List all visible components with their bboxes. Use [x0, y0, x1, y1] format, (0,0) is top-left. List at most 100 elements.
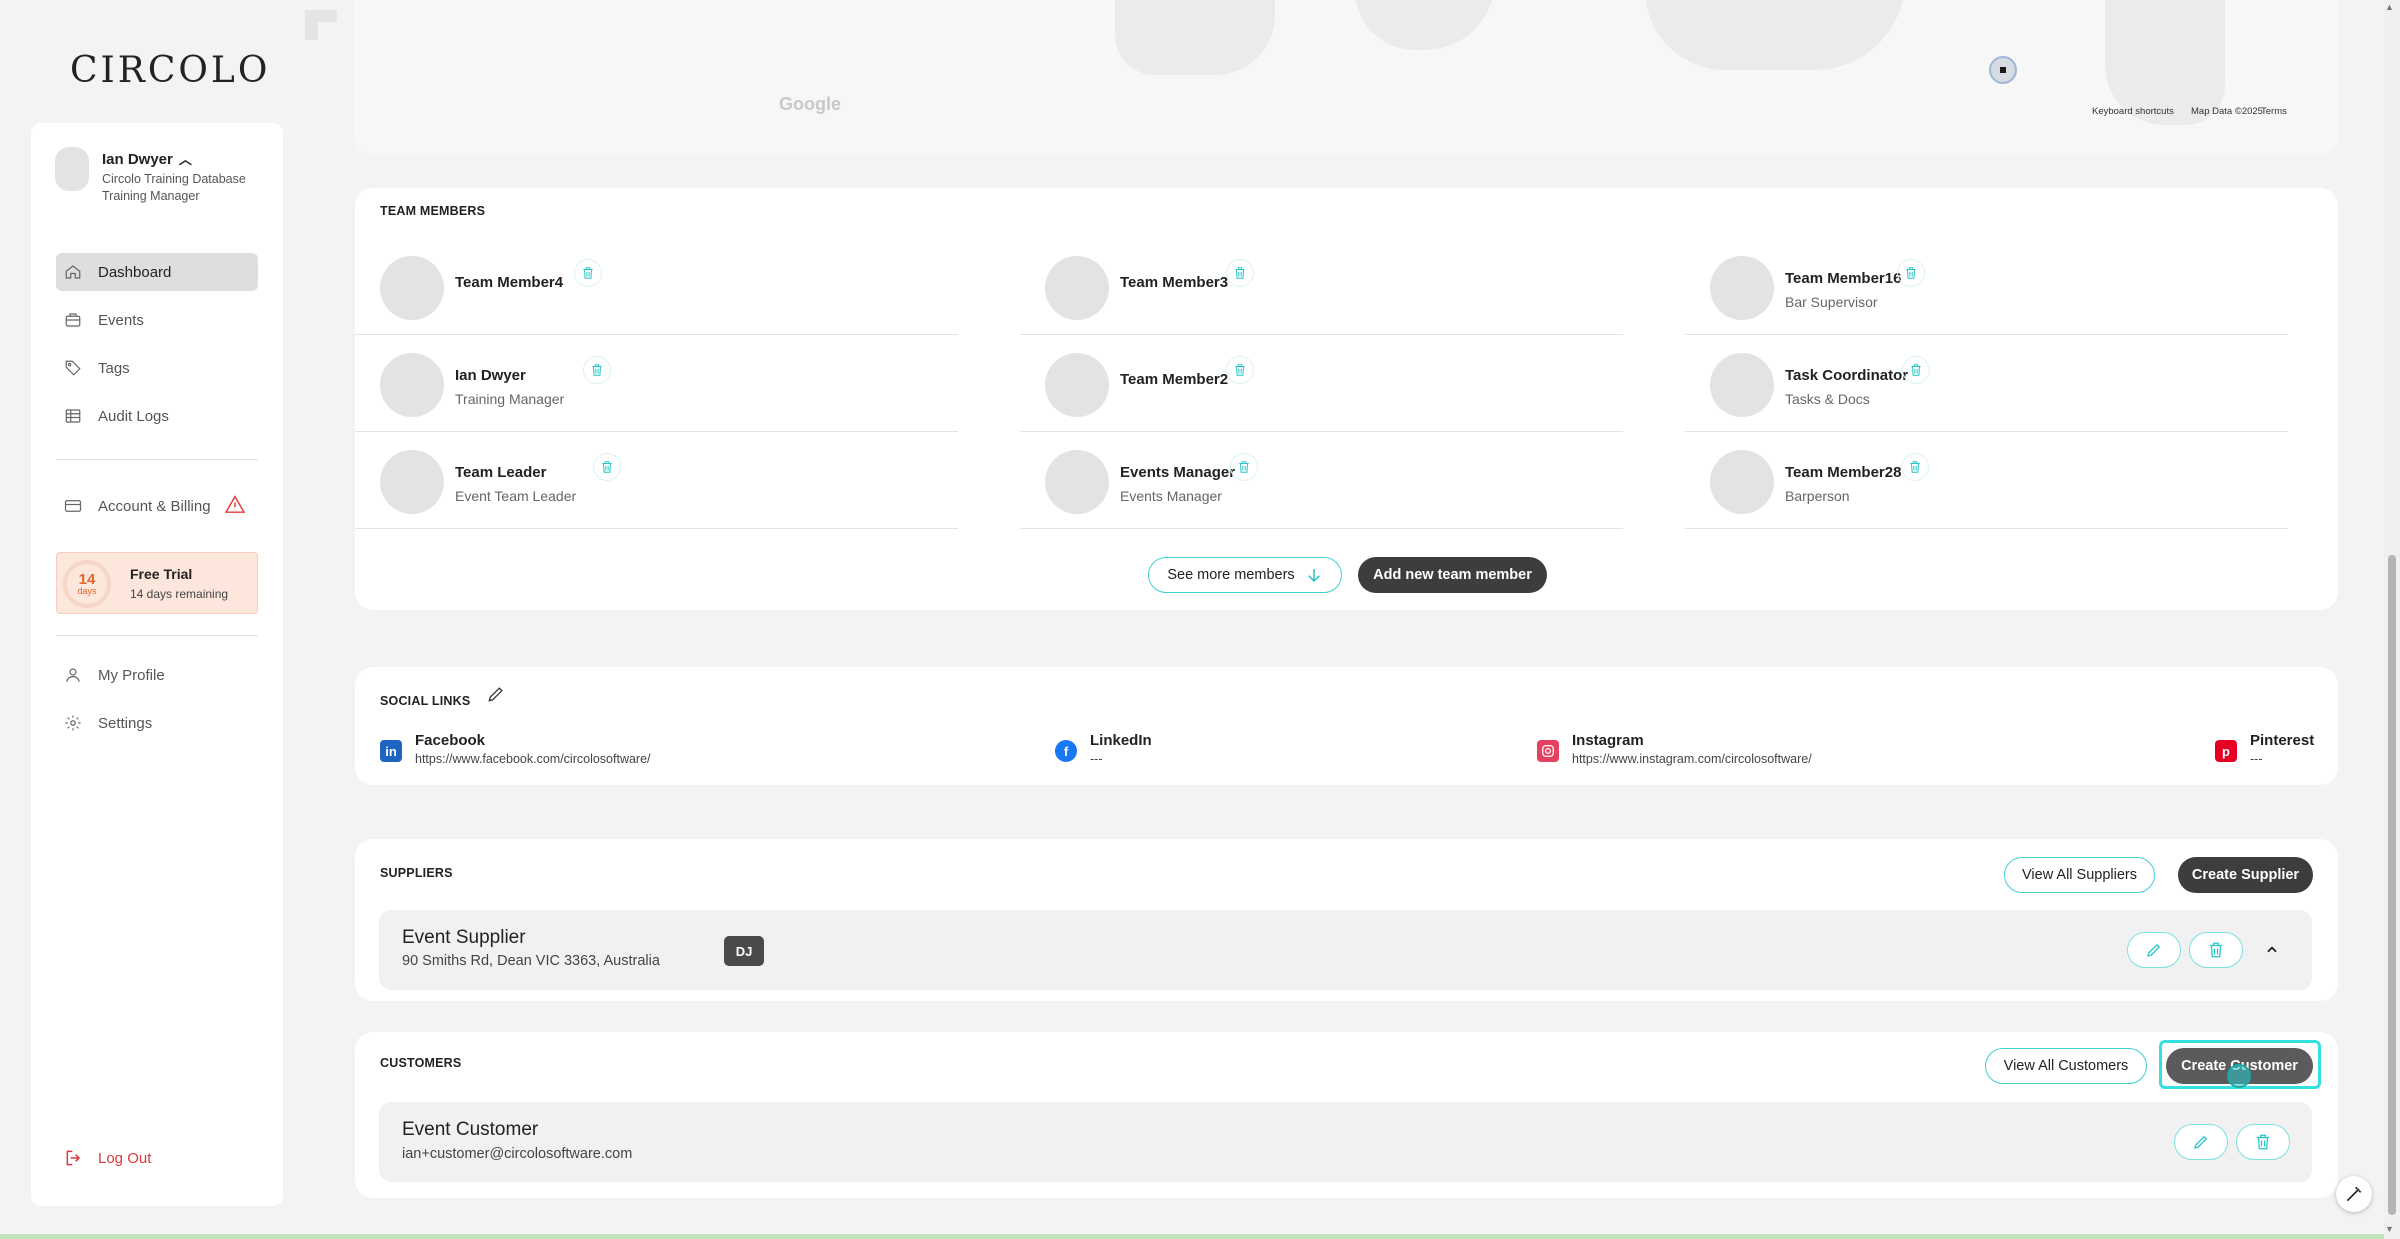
team-member[interactable]: Team Member3 — [1020, 238, 1623, 335]
trial-days-badge: 14 days — [63, 560, 111, 608]
facebook-icon: f — [1055, 740, 1077, 762]
map[interactable]: Google Keyboard shortcuts Map Data ©2025… — [355, 0, 2338, 155]
delete-member-button[interactable] — [583, 356, 611, 384]
trash-icon — [1906, 267, 1916, 279]
logout-icon — [66, 1150, 81, 1166]
team-member[interactable]: Team Member2 — [1020, 335, 1623, 432]
delete-supplier-button[interactable] — [2189, 932, 2243, 968]
map-landmass — [1645, 0, 1905, 70]
team-member[interactable]: Task Coordinator Tasks & Docs — [1685, 335, 2288, 432]
delete-member-button[interactable] — [1901, 453, 1929, 481]
view-all-customers-button[interactable]: View All Customers — [1985, 1048, 2147, 1084]
sidebar-item-tags[interactable]: Tags — [56, 349, 258, 387]
team-member[interactable]: Team Member28 Barperson — [1685, 432, 2288, 529]
collapse-sidebar-icon[interactable] — [305, 10, 337, 40]
member-name: Ian Dwyer — [455, 367, 526, 384]
see-more-members-button[interactable]: See more members — [1148, 557, 1342, 593]
avatar — [1710, 256, 1774, 320]
credit-card-icon — [64, 497, 82, 515]
circolo-logo[interactable]: CIRCOLO — [70, 50, 270, 91]
instagram-icon — [1537, 740, 1559, 762]
logout-button[interactable]: Log Out — [56, 1148, 151, 1168]
button-label: See more members — [1167, 567, 1295, 583]
trash-icon — [1910, 461, 1920, 473]
avatar — [1710, 353, 1774, 417]
supplier-name: Event Supplier — [402, 927, 526, 948]
briefcase-icon — [64, 311, 82, 329]
member-name: Team Member3 — [1120, 274, 1229, 291]
delete-member-button[interactable] — [593, 453, 621, 481]
avatar — [55, 147, 89, 191]
user-menu[interactable]: Ian Dwyer ︿ Circolo Training Database Trai… — [55, 147, 265, 211]
create-supplier-button[interactable]: Create Supplier — [2178, 857, 2313, 893]
free-trial-banner[interactable]: 14 days Free Trial 14 days remaining — [56, 552, 258, 614]
avatar — [1045, 256, 1109, 320]
team-member[interactable]: Ian Dwyer Training Manager — [355, 335, 958, 432]
member-name: Team Member28 — [1785, 464, 1902, 481]
customers-card: CUSTOMERS View All Customers Create Cust… — [355, 1032, 2338, 1198]
delete-member-button[interactable] — [1897, 259, 1925, 287]
customer-row[interactable]: Event Customer ian+customer@circolosoftw… — [379, 1102, 2312, 1182]
trash-icon — [1911, 364, 1921, 376]
trash-icon — [583, 267, 593, 279]
customer-email: ian+customer@circolosoftware.com — [402, 1146, 633, 1162]
section-title: CUSTOMERS — [380, 1056, 462, 1070]
sidebar-item-my-profile[interactable]: My Profile — [56, 656, 258, 694]
member-name: Events Manager — [1120, 464, 1236, 481]
trial-remaining: 14 days remaining — [130, 587, 229, 601]
member-name: Team Leader — [455, 464, 547, 481]
scrollbar-thumb[interactable] — [2388, 555, 2396, 1215]
scroll-down-icon[interactable]: ▼ — [2385, 1224, 2394, 1234]
sidebar-item-settings[interactable]: Settings — [56, 704, 258, 742]
trial-title: Free Trial — [130, 566, 193, 582]
google-logo: Google — [779, 94, 841, 114]
avatar — [380, 450, 444, 514]
avatar — [1045, 353, 1109, 417]
sidebar-item-dashboard[interactable]: Dashboard — [56, 253, 258, 291]
delete-member-button[interactable] — [1226, 259, 1254, 287]
section-title: SOCIAL LINKS — [380, 694, 471, 708]
chevron-up-icon: ︿ — [178, 152, 192, 167]
edit-supplier-button[interactable] — [2127, 932, 2181, 968]
social-url: https://www.instagram.com/circolosoftwar… — [1572, 752, 1812, 766]
collapse-supplier-button[interactable] — [2262, 940, 2282, 960]
cursor-indicator — [2227, 1064, 2251, 1088]
pencil-icon — [2194, 1135, 2208, 1149]
edit-social-links-icon[interactable] — [486, 684, 506, 704]
edit-customer-button[interactable] — [2174, 1124, 2228, 1160]
scroll-up-icon[interactable]: ▲ — [2385, 2, 2394, 12]
sidebar-item-audit-logs[interactable]: Audit Logs — [56, 397, 258, 435]
sidebar-item-events[interactable]: Events — [56, 301, 258, 339]
view-all-suppliers-button[interactable]: View All Suppliers — [2004, 857, 2155, 893]
add-team-member-button[interactable]: Add new team member — [1358, 557, 1547, 593]
map-marker[interactable] — [1989, 56, 2017, 84]
trash-icon — [1235, 267, 1245, 279]
avatar — [1710, 450, 1774, 514]
team-member[interactable]: Events Manager Events Manager — [1020, 432, 1623, 529]
sidebar-item-label: Events — [98, 311, 144, 329]
social-url: --- — [1090, 752, 1103, 766]
warning-icon — [224, 495, 245, 517]
sidebar-item-label: Account & Billing — [98, 497, 211, 515]
member-name: Task Coordinator — [1785, 367, 1909, 384]
keyboard-shortcuts-link[interactable]: Keyboard shortcuts — [2092, 106, 2174, 117]
team-member[interactable]: Team Member16 Bar Supervisor — [1685, 238, 2288, 335]
delete-member-button[interactable] — [574, 259, 602, 287]
delete-member-button[interactable] — [1230, 453, 1258, 481]
customer-name: Event Customer — [402, 1119, 539, 1140]
member-role: Barperson — [1785, 488, 1850, 504]
map-data-label: Map Data ©2025 — [2191, 106, 2263, 117]
sidebar-item-label: Tags — [98, 359, 130, 377]
delete-member-button[interactable] — [1226, 356, 1254, 384]
avatar — [1045, 450, 1109, 514]
team-member[interactable]: Team Member4 — [355, 238, 958, 335]
team-member[interactable]: Team Leader Event Team Leader — [355, 432, 958, 529]
terms-link[interactable]: Terms — [2261, 106, 2287, 117]
supplier-address: 90 Smiths Rd, Dean VIC 3363, Australia — [402, 953, 660, 969]
delete-member-button[interactable] — [1902, 356, 1930, 384]
delete-customer-button[interactable] — [2236, 1124, 2290, 1160]
supplier-row[interactable]: Event Supplier 90 Smiths Rd, Dean VIC 33… — [379, 910, 2312, 990]
help-widget-button[interactable] — [2336, 1176, 2372, 1212]
sidebar-item-label: Audit Logs — [98, 407, 169, 425]
sidebar-item-account-billing[interactable]: Account & Billing — [56, 487, 258, 525]
